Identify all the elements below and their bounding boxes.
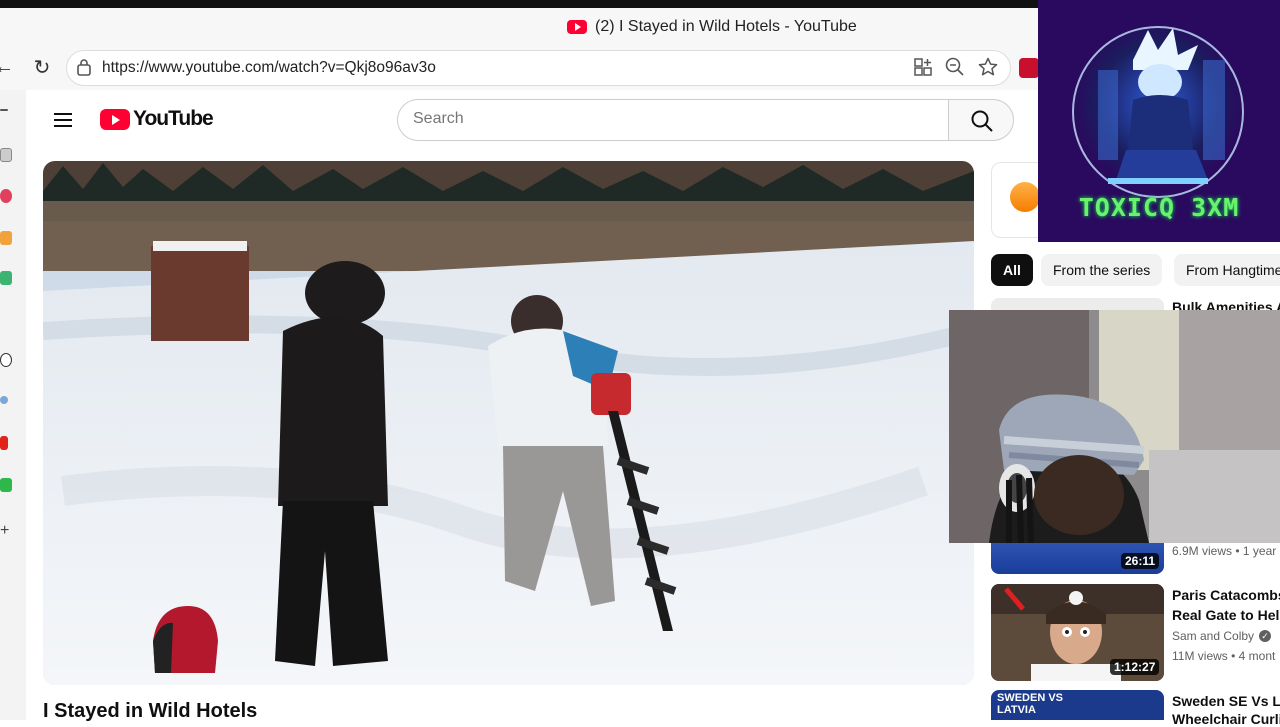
webcam-overlay (949, 310, 1280, 543)
youtube-favicon-icon (567, 20, 587, 34)
sidebar-excel-icon[interactable] (0, 271, 12, 285)
video-duration-badge: 1:12:27 (1110, 659, 1160, 675)
thumbnail-caption-line: LATVIA (997, 704, 1036, 716)
hamburger-menu-icon[interactable] (52, 109, 74, 131)
recommendation-meta: 11M views • 4 mont (1172, 649, 1276, 663)
checkmark-icon[interactable] (0, 109, 8, 111)
channel-name-text: Sam and Colby (1172, 629, 1255, 643)
video-player[interactable] (43, 161, 974, 685)
sponsor-logo-icon (1010, 182, 1040, 212)
sidebar-app-icon[interactable] (0, 189, 12, 203)
active-tab[interactable]: (2) I Stayed in Wild Hotels - YouTube (567, 18, 857, 36)
recommendation-thumbnail[interactable] (991, 298, 1164, 310)
url-text[interactable]: https://www.youtube.com/watch?v=Qkj8o96a… (102, 59, 436, 77)
browser-sidebar (0, 90, 26, 720)
sidebar-search-icon[interactable] (0, 396, 8, 404)
sidebar-audio-icon[interactable] (0, 353, 12, 367)
chip-all[interactable]: All (991, 254, 1033, 286)
chip-from-hangtime[interactable]: From Hangtime (1174, 254, 1280, 286)
youtube-play-logo-icon (100, 108, 130, 130)
recommendation-title-line[interactable]: Paris Catacombs (1172, 587, 1280, 603)
verified-check-icon: ✓ (1259, 630, 1272, 642)
tab-title-text: (2) I Stayed in Wild Hotels - YouTube (595, 18, 857, 35)
browser-title-bar (0, 8, 1040, 46)
webcam-feed-image (949, 310, 1280, 543)
search-placeholder: Search (413, 110, 464, 127)
video-frame-ice-fishing (43, 161, 974, 685)
back-arrow-icon[interactable]: ← (0, 56, 14, 79)
chip-from-the-series[interactable]: From the series (1041, 254, 1163, 286)
recommendation-title-line[interactable]: Real Gate to Hell (1172, 607, 1280, 623)
favorite-star-icon[interactable] (977, 56, 999, 78)
sidebar-netflix-icon[interactable] (0, 436, 8, 450)
streamer-tag-text: TOXICQ 3XM (1078, 193, 1240, 222)
reload-icon[interactable]: ↻ (30, 56, 54, 80)
recommendation-title-line[interactable]: Wheelchair Curli (1172, 711, 1280, 727)
sidebar-sheets-icon[interactable] (0, 478, 12, 492)
channel-name[interactable]: Sam and Colby ✓ (1172, 629, 1272, 643)
youtube-logo[interactable]: YouTube (100, 107, 214, 131)
lock-icon[interactable] (76, 58, 92, 76)
recommendation-meta: 6.9M views • 1 year (1172, 544, 1277, 558)
thumbnail-caption: SWEDEN VS LATVIA (997, 692, 1063, 716)
extension-icon[interactable] (1019, 58, 1039, 78)
thumbnail-caption-line: SWEDEN VS (997, 692, 1064, 704)
search-input[interactable] (397, 99, 949, 141)
sidebar-tag-icon[interactable] (0, 231, 12, 245)
search-button[interactable] (948, 99, 1014, 141)
zoom-out-icon[interactable] (944, 56, 966, 78)
sidebar-add-icon[interactable]: + (0, 522, 9, 540)
recommendation-title-line[interactable]: Sweden SE Vs LV (1172, 693, 1280, 709)
youtube-wordmark: YouTube (133, 107, 214, 130)
sidebar-calendar-icon[interactable] (0, 148, 12, 162)
apps-icon[interactable] (912, 56, 934, 78)
video-duration-badge: 26:11 (1121, 553, 1160, 569)
search-icon (971, 110, 993, 132)
